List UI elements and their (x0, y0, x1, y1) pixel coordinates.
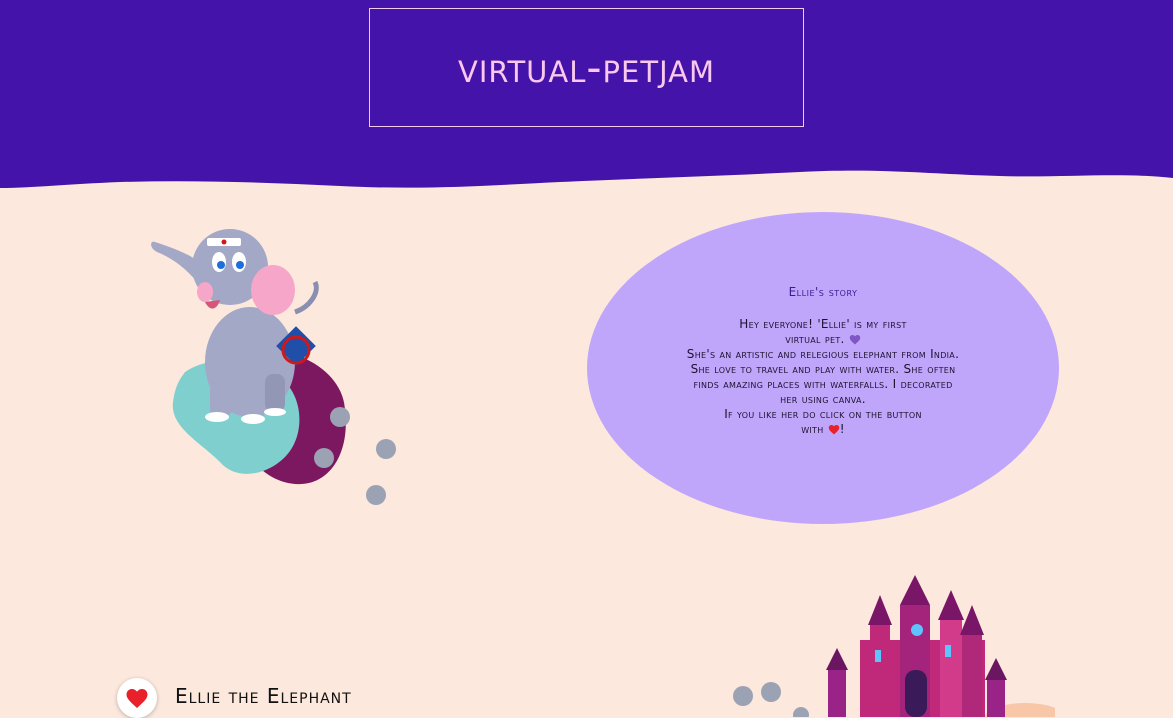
page-title: Virtual-PetJam (458, 43, 715, 92)
castle-illustration (733, 575, 1055, 717)
story-line-3: She's an artistic and relegious elephant… (686, 347, 960, 406)
story-line-5-end: ! (839, 422, 845, 436)
title-box: Virtual-PetJam (369, 8, 804, 127)
story-line-2: virtual pet. (785, 332, 845, 346)
story-line-1: Hey everyone! 'Ellie' is my first (739, 317, 907, 331)
heart-icon (126, 689, 148, 708)
story-line-5-start: with (801, 422, 824, 436)
elephant-illustration (151, 229, 396, 505)
story-line-4: If you like her do click on the button (724, 407, 922, 421)
purple-heart-icon (849, 335, 861, 345)
story-body: Hey everyone! 'Ellie' is my first virtua… (683, 317, 963, 437)
red-heart-icon (828, 425, 839, 435)
like-button[interactable] (117, 678, 157, 718)
story-bubble: Ellie's story Hey everyone! 'Ellie' is m… (587, 212, 1059, 524)
pet-name: Ellie the Elephant (175, 684, 352, 708)
story-title: Ellie's story (788, 285, 858, 299)
